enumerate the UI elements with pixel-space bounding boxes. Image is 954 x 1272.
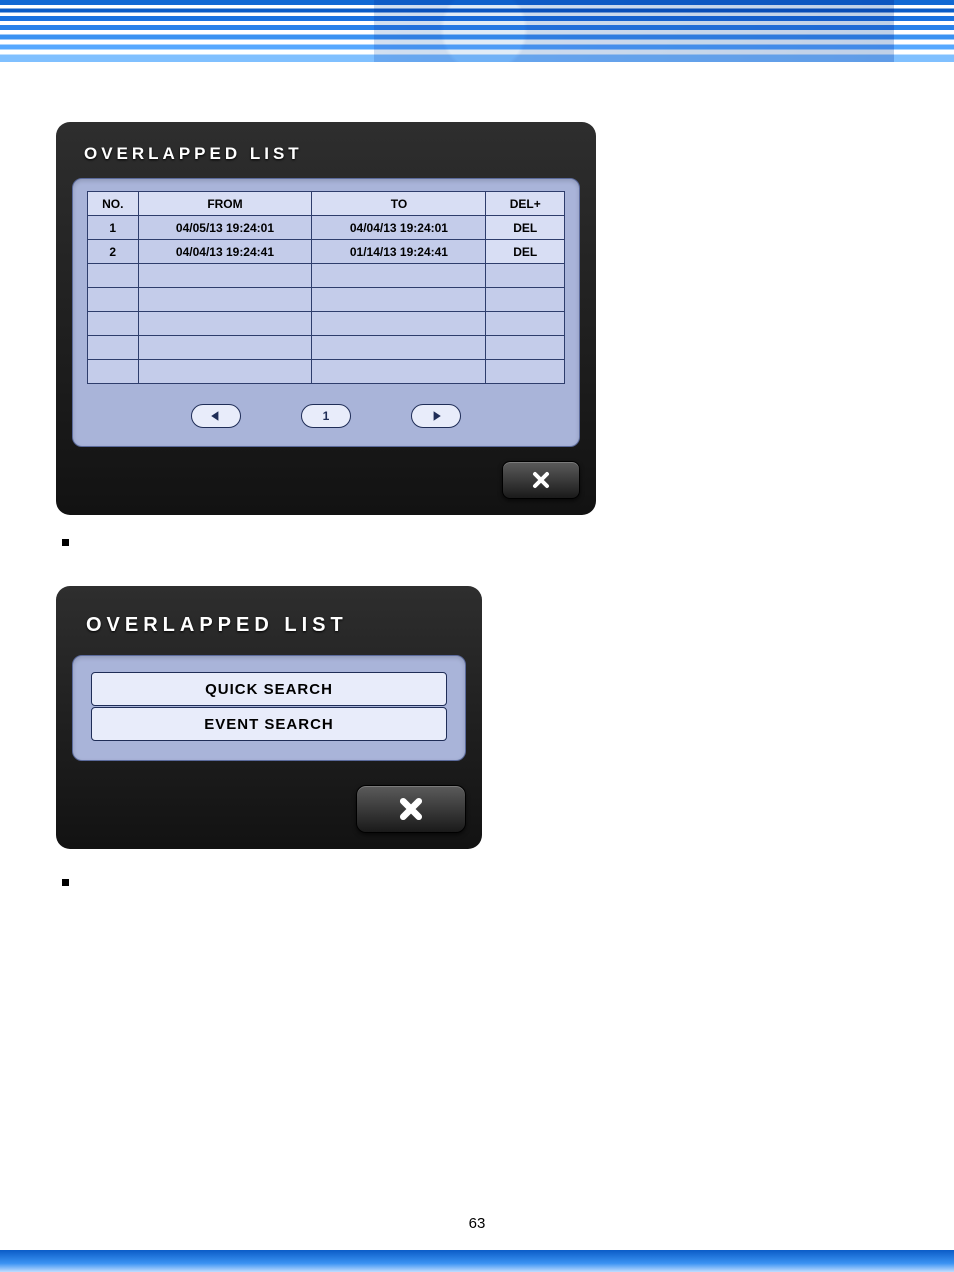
close-icon [398,796,424,822]
close-button[interactable] [356,785,466,833]
bullet-point [62,539,69,546]
close-icon [531,470,551,490]
table-row [88,360,565,384]
cell-from: 04/05/13 19:24:01 [138,216,312,240]
header-del[interactable]: DEL+ [486,192,565,216]
table-row[interactable]: 2 04/04/13 19:24:41 01/14/13 19:24:41 DE… [88,240,565,264]
cell-no: 1 [88,216,139,240]
pager-next-button[interactable] [411,404,461,428]
panel-title: OVERLAPPED LIST [72,600,466,655]
panel-body: NO. FROM TO DEL+ 1 04/05/13 19:24:01 04/… [72,178,580,447]
panel-body: QUICK SEARCH EVENT SEARCH [72,655,466,761]
page-header-banner [0,0,954,62]
cell-to: 01/14/13 19:24:41 [312,240,486,264]
table-row [88,336,565,360]
cell-from: 04/04/13 19:24:41 [138,240,312,264]
page-number: 63 [0,1215,954,1232]
header-no: NO. [88,192,139,216]
cell-to: 04/04/13 19:24:01 [312,216,486,240]
del-button[interactable]: DEL [486,240,565,264]
close-button[interactable] [502,461,580,499]
overlapped-table: NO. FROM TO DEL+ 1 04/05/13 19:24:01 04/… [87,191,565,384]
cell-no: 2 [88,240,139,264]
header-to: TO [312,192,486,216]
pager-prev-button[interactable] [191,404,241,428]
pager-page-number[interactable]: 1 [301,404,351,428]
triangle-right-icon [430,410,442,422]
triangle-left-icon [210,410,222,422]
overlapped-list-search-panel: OVERLAPPED LIST QUICK SEARCH EVENT SEARC… [56,586,482,849]
event-search-button[interactable]: EVENT SEARCH [91,707,447,741]
page-footer-bar [0,1250,954,1272]
table-row [88,312,565,336]
table-row [88,264,565,288]
table-row[interactable]: 1 04/05/13 19:24:01 04/04/13 19:24:01 DE… [88,216,565,240]
quick-search-button[interactable]: QUICK SEARCH [91,672,447,706]
overlapped-list-panel: OVERLAPPED LIST NO. FROM TO DEL+ 1 04/05… [56,122,596,515]
bullet-point [62,879,69,886]
pager: 1 [87,404,565,428]
header-from: FROM [138,192,312,216]
panel-title: OVERLAPPED LIST [72,136,580,178]
table-row [88,288,565,312]
del-button[interactable]: DEL [486,216,565,240]
